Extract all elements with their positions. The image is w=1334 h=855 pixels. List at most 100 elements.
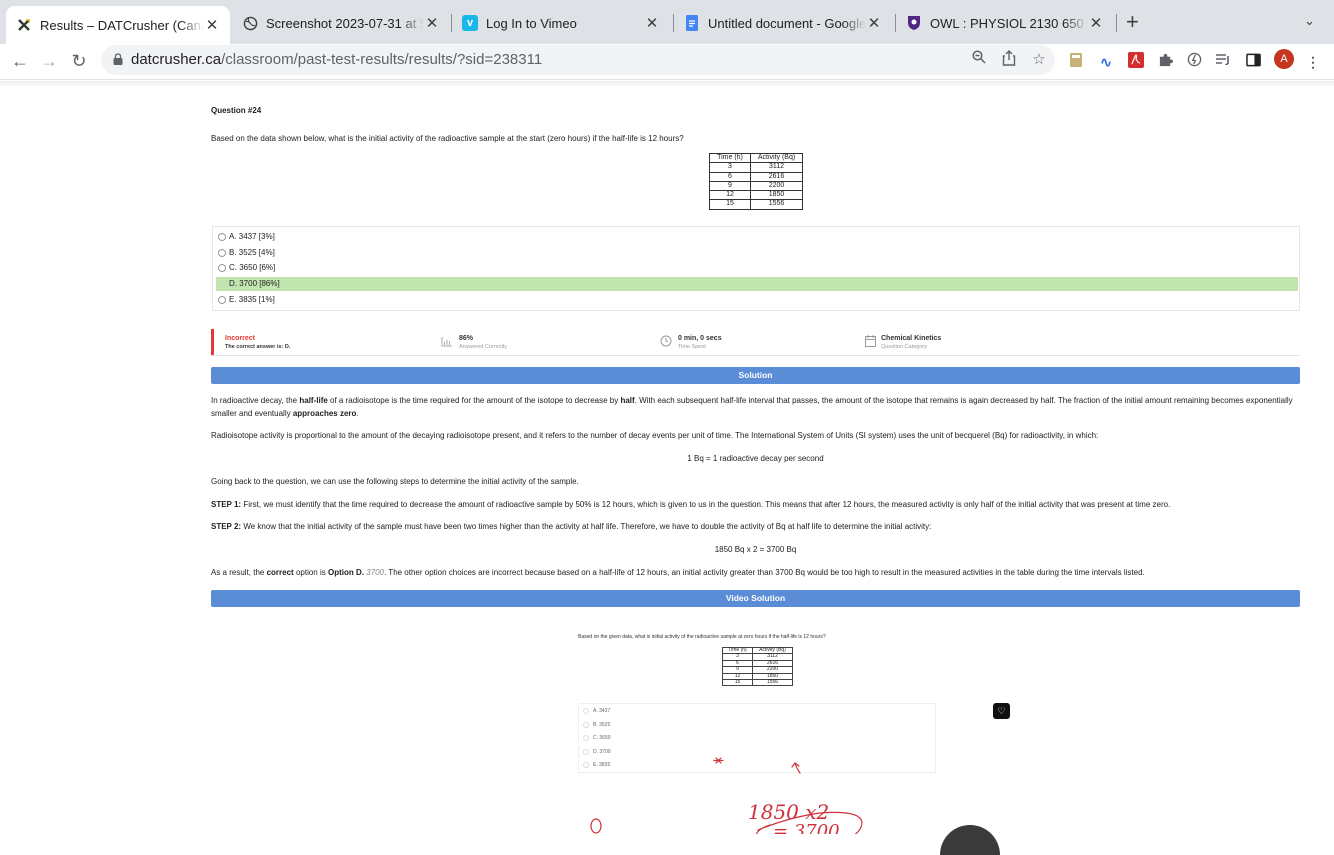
- tab-datcrusher-results[interactable]: Results – DATCrusher (Canada) ✕: [6, 6, 230, 44]
- close-icon[interactable]: ✕: [1088, 14, 1104, 32]
- chevron-down-icon[interactable]: ⌄: [1304, 13, 1315, 29]
- bold-text: Option D.: [327, 568, 364, 577]
- answer-label: B. 3525 [4%]: [229, 248, 275, 257]
- step-label: STEP 1:: [211, 500, 242, 509]
- radio-button[interactable]: [218, 233, 226, 241]
- tab-google-docs[interactable]: Untitled document - Google Docs ✕: [674, 8, 892, 38]
- back-arrow-icon[interactable]: ←: [9, 50, 31, 72]
- tab-vimeo[interactable]: v Log In to Vimeo ✕: [452, 8, 670, 38]
- close-icon[interactable]: ✕: [424, 14, 440, 32]
- close-icon[interactable]: ✕: [204, 16, 220, 34]
- answer-label: D. 3700 [86%]: [229, 279, 280, 288]
- pdf-extension-icon[interactable]: [1126, 52, 1146, 72]
- table-cell: 9: [709, 180, 751, 192]
- bold-text: half-life: [299, 396, 328, 405]
- equation-2: 1850 Bq x 2 = 3700 Bq: [714, 545, 797, 554]
- percent-stat: 86% Answered Correctly: [459, 335, 507, 350]
- calculator-extension-icon[interactable]: [1066, 52, 1086, 72]
- calendar-icon: [865, 335, 876, 350]
- zoom-icon[interactable]: [969, 50, 989, 70]
- time-value: 0 min, 0 secs: [678, 335, 722, 342]
- text: As a result, the: [211, 568, 267, 577]
- radio-button[interactable]: [218, 264, 226, 272]
- table-row: 15 1556: [709, 199, 803, 210]
- text: In radioactive decay, the: [211, 396, 300, 405]
- bar-chart-icon: [441, 337, 452, 350]
- avatar[interactable]: A: [1274, 49, 1294, 69]
- handwriting-annotation: 1850 x2 = 3700: [590, 757, 863, 834]
- more-vert-icon[interactable]: ⋮: [1303, 52, 1323, 72]
- result-indicator: [211, 329, 214, 355]
- answer-option-c[interactable]: C. 3650 [6%]: [216, 261, 1298, 275]
- share-icon[interactable]: [999, 50, 1019, 70]
- handwriting-line-2: = 3700: [773, 821, 840, 834]
- answer-option-b[interactable]: B. 3525 [4%]: [216, 246, 1298, 260]
- category-stat: Chemical Kinetics Question Category: [881, 335, 941, 350]
- text: .: [356, 408, 359, 418]
- waveform-extension-icon[interactable]: ∿: [1096, 52, 1116, 72]
- bold-text: half: [620, 396, 635, 405]
- page-content: Question #24 Based on the data shown bel…: [0, 81, 1334, 834]
- tab-title: OWL : PHYSIOL 2130 650 SU23: [930, 15, 1088, 31]
- puzzle-extensions-icon[interactable]: [1155, 52, 1175, 72]
- solution-conclusion: As a result, the correct option is Optio…: [211, 567, 1300, 580]
- question-text: Based on the data shown below, what is t…: [211, 134, 684, 143]
- solution-banner: Solution: [211, 367, 1300, 384]
- answer-option-e[interactable]: E. 3835 [1%]: [216, 293, 1298, 307]
- tab-owl[interactable]: OWL : PHYSIOL 2130 650 SU23 ✕: [896, 8, 1114, 38]
- globe-icon: [242, 15, 258, 31]
- answer-label: C. 3650 [6%]: [229, 263, 276, 272]
- side-panel-icon[interactable]: [1243, 52, 1263, 72]
- vimeo-icon: v: [462, 15, 478, 31]
- browser-toolbar: ← → ↻ datcrusher.ca/classroom/past-test-…: [0, 44, 1334, 80]
- text: of a radioisotope is the time required f…: [327, 396, 621, 405]
- table-cell: 1850: [750, 190, 803, 201]
- bold-text: correct: [266, 568, 294, 577]
- close-icon[interactable]: ✕: [644, 14, 660, 32]
- category-value: Chemical Kinetics: [881, 335, 942, 342]
- text: First, we must identify that the time re…: [241, 500, 1171, 509]
- step-label: STEP 2:: [211, 522, 242, 531]
- video-solution-banner: Video Solution: [211, 590, 1300, 607]
- address-bar[interactable]: datcrusher.ca/classroom/past-test-result…: [101, 45, 1055, 75]
- bold-text: approaches zero: [292, 408, 357, 418]
- table-row: 9 2200: [709, 180, 803, 192]
- reload-icon[interactable]: ↻: [68, 50, 90, 72]
- answer-options: A. 3437 [3%] B. 3525 [4%] C. 3650 [6%] D…: [212, 226, 1300, 311]
- data-table: Time (h) Activity (Bq) 3 3112 6 2616 9 2200…: [709, 152, 803, 210]
- tab-screenshot[interactable]: Screenshot 2023-07-31 at 5.03 ✕: [232, 8, 450, 38]
- question-number: Question #24: [211, 106, 262, 115]
- table-cell: 12: [709, 190, 751, 201]
- forward-arrow-icon[interactable]: →: [38, 50, 60, 72]
- close-icon[interactable]: ✕: [866, 14, 882, 32]
- google-docs-icon: [684, 15, 700, 31]
- reading-list-icon[interactable]: [1213, 52, 1233, 72]
- table-cell: 6: [709, 171, 751, 182]
- solution-step-1: STEP 1: First, we must identify that the…: [211, 499, 1300, 512]
- table-cell: 1556: [750, 199, 803, 210]
- video-player[interactable]: Based on the given data, what is initial…: [490, 617, 1030, 834]
- time-sub: Time Spent: [678, 344, 706, 350]
- speed-extension-icon[interactable]: [1184, 52, 1204, 72]
- owl-shield-icon: [906, 15, 922, 31]
- category-sub: Question Category: [881, 344, 927, 350]
- answer-option-a[interactable]: A. 3437 [3%]: [216, 230, 1298, 244]
- new-tab-button[interactable]: +: [1126, 11, 1139, 33]
- table-row: 6 2616: [709, 171, 803, 182]
- italic-text: 3700: [363, 568, 384, 577]
- bookmark-star-icon[interactable]: ☆: [1029, 50, 1049, 70]
- radio-button[interactable]: [218, 296, 226, 304]
- tab-strip: Results – DATCrusher (Canada) ✕ Screensh…: [0, 0, 1334, 44]
- result-label: Incorrect: [225, 335, 255, 342]
- radio-button[interactable]: [218, 249, 226, 257]
- table-cell: 15: [709, 199, 751, 210]
- time-stat: 0 min, 0 secs Time Spent: [678, 335, 722, 350]
- percent-value: 86%: [459, 335, 474, 342]
- answer-option-d[interactable]: D. 3700 [86%]: [216, 277, 1298, 291]
- result-stats: Incorrect The correct answer is: D. 86% …: [211, 329, 1300, 356]
- table-row: 12 1850: [709, 190, 803, 201]
- tab-title: Untitled document - Google Docs: [708, 15, 866, 31]
- clock-icon: [660, 335, 672, 350]
- tab-separator: [1116, 14, 1117, 32]
- result-sub: The correct answer is: D.: [225, 344, 291, 350]
